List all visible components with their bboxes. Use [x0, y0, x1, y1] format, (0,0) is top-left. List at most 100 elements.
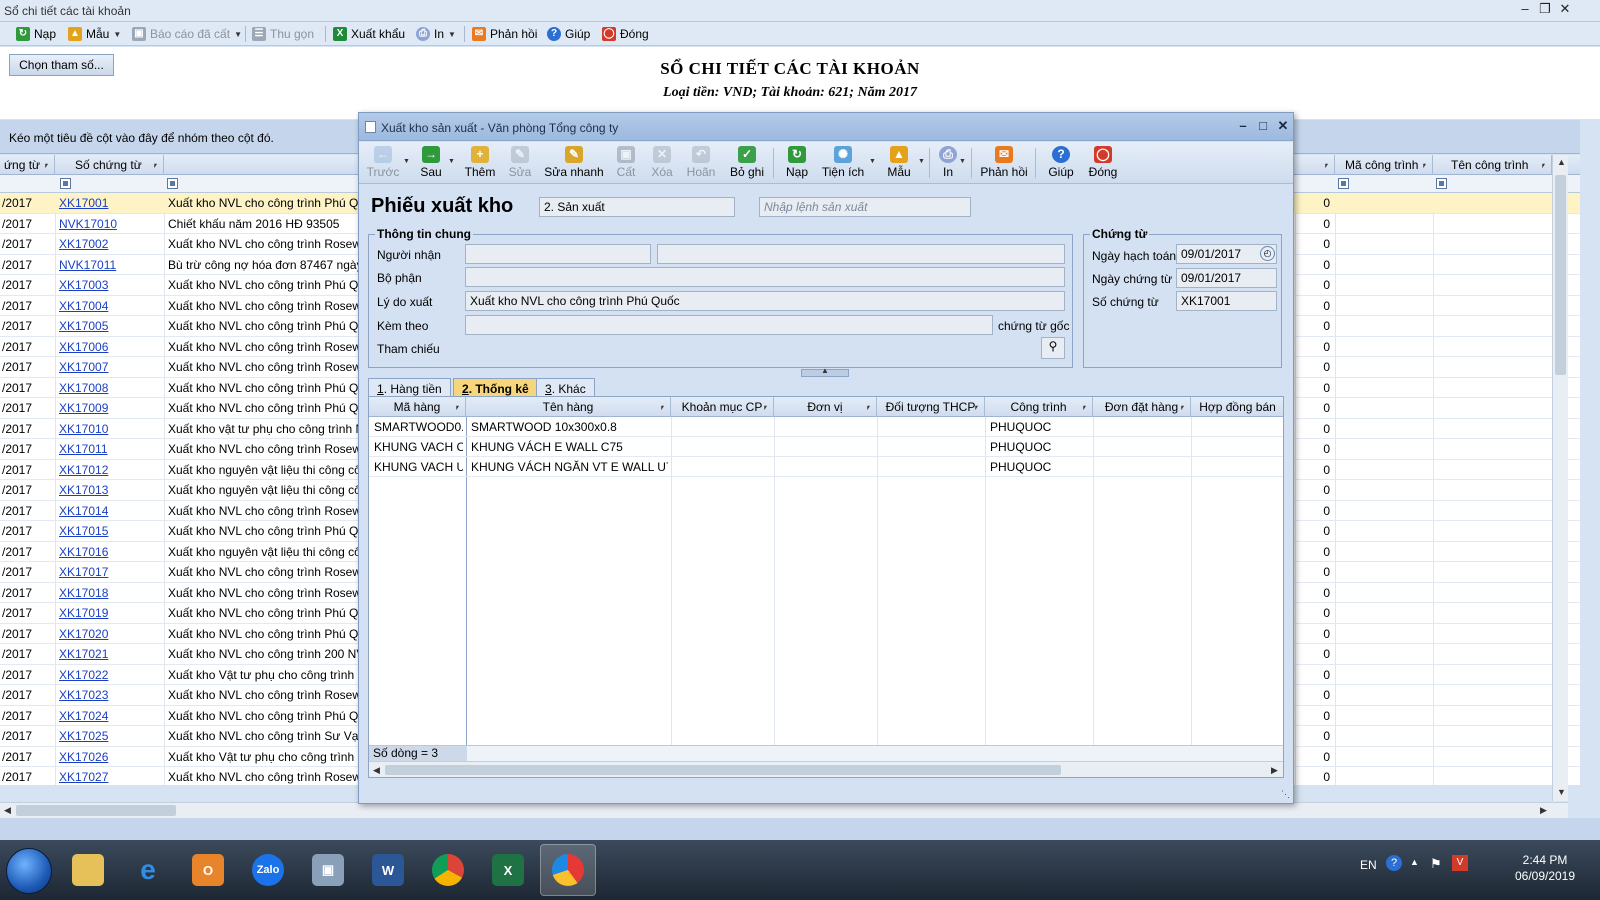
pin-icon[interactable]: ⎖ [659, 397, 666, 417]
excel-app[interactable]: X [480, 844, 536, 896]
office-app[interactable]: O [180, 844, 236, 896]
receiver-code-input[interactable] [465, 244, 651, 264]
table-row[interactable]: KHUNG VACH C KHUNG VÁCH E WALL C75 PHUQUOC [369, 437, 1283, 457]
pin-icon[interactable]: ⎖ [762, 397, 769, 417]
voucher-link[interactable]: XK17014 [59, 504, 159, 518]
tab-hang-tien[interactable]: 1. Hàng tiền [368, 378, 451, 398]
help-button[interactable]: ? Giúp [547, 25, 590, 43]
template-button[interactable]: ▲ Mẫu [881, 144, 917, 182]
export-button[interactable]: X Xuất khẩu [333, 25, 405, 43]
column-header-project-code[interactable]: Mã công trình ⎖ [1335, 155, 1433, 175]
voucher-link[interactable]: XK17011 [59, 442, 159, 456]
tab-thong-ke[interactable]: 2. Thống kê [453, 378, 538, 398]
add-button[interactable]: + Thêm [461, 144, 499, 182]
attachment-input[interactable] [465, 315, 993, 335]
voucher-link[interactable]: XK17002 [59, 237, 159, 251]
department-input[interactable] [465, 267, 1065, 287]
feedback-button[interactable]: ✉ Phản hồi [977, 144, 1031, 182]
quick-edit-button[interactable]: ✎ Sửa nhanh [543, 144, 605, 182]
voucher-link[interactable]: XK17026 [59, 750, 159, 764]
voucher-link[interactable]: XK17027 [59, 770, 159, 784]
voucher-link[interactable]: XK17023 [59, 688, 159, 702]
pin-icon[interactable]: ⎖ [973, 397, 980, 417]
restore-icon[interactable]: ❐ [1536, 1, 1554, 17]
panel-splitter[interactable]: ▲ [801, 366, 849, 377]
language-indicator[interactable]: EN [1360, 858, 1377, 872]
voucher-link[interactable]: XK17015 [59, 524, 159, 538]
voucher-link[interactable]: XK17005 [59, 319, 159, 333]
previous-button[interactable]: ← Trước [365, 144, 401, 182]
utilities-button[interactable]: ✺ Tiện ích [819, 144, 867, 182]
column-header-voucher-no[interactable]: Số chứng từ ⎖ [55, 155, 164, 175]
print-button[interactable]: ⎙ In ▼ [416, 25, 456, 43]
voucher-link[interactable]: XK17017 [59, 565, 159, 579]
voucher-link[interactable]: XK17018 [59, 586, 159, 600]
detail-horizontal-scrollbar[interactable]: ◀ ▶ [369, 761, 1283, 777]
feedback-button[interactable]: ✉ Phản hồi [472, 25, 537, 43]
tab-khac[interactable]: 3. Khác [536, 378, 595, 398]
saved-reports-button[interactable]: ▣ Báo cáo đã cất ▼ [132, 25, 242, 43]
close-button[interactable]: ◯ Đóng [1083, 144, 1123, 182]
pin-icon[interactable]: ⎖ [865, 397, 872, 417]
calendar-icon[interactable]: ◴ [1260, 246, 1275, 261]
resize-grip-icon[interactable]: ⋱ [1281, 789, 1290, 800]
voucher-link[interactable]: XK17019 [59, 606, 159, 620]
chevron-up-icon[interactable]: ▲ [1410, 857, 1419, 867]
pin-icon[interactable]: ⎖ [1081, 397, 1088, 417]
table-row[interactable]: SMARTWOOD0. SMARTWOOD 10x300x0.8 PHUQUOC [369, 417, 1283, 437]
voucher-link[interactable]: XK17001 [59, 196, 159, 210]
scroll-thumb[interactable] [1555, 175, 1566, 375]
collapse-button[interactable]: ☰ Thu gọn [252, 25, 314, 43]
column-header-project-name[interactable]: Tên công trình ⎖ [1433, 155, 1552, 175]
main-vertical-scrollbar[interactable]: ▲ ▼ [1552, 155, 1568, 801]
column-header[interactable]: Đối tượng THCP ⎖ [877, 397, 985, 417]
undo-button[interactable]: ↶ Hoãn [681, 144, 721, 182]
voucher-link[interactable]: XK17013 [59, 483, 159, 497]
voucher-link[interactable]: XK17016 [59, 545, 159, 559]
help-icon[interactable]: ? [1386, 855, 1402, 871]
voucher-link[interactable]: XK17021 [59, 647, 159, 661]
help-button[interactable]: ? Giúp [1041, 144, 1081, 182]
misa-app[interactable] [540, 844, 596, 896]
explorer-app[interactable] [60, 844, 116, 896]
start-button[interactable] [6, 848, 52, 894]
column-header[interactable]: Mã hàng ⎖ [369, 397, 466, 417]
voucher-link[interactable]: XK17004 [59, 299, 159, 313]
unpost-button[interactable]: ✓ Bỏ ghi [725, 144, 769, 182]
minimize-icon[interactable]: – [1235, 118, 1251, 133]
voucher-link[interactable]: XK17022 [59, 668, 159, 682]
word-app[interactable]: W [360, 844, 416, 896]
table-row[interactable]: KHUNG VACH U KHUNG VÁCH NGĂN VT E WALL U7… [369, 457, 1283, 477]
voucher-link[interactable]: XK17006 [59, 340, 159, 354]
scroll-thumb[interactable] [385, 765, 1061, 775]
close-icon[interactable]: ✕ [1275, 118, 1291, 134]
filter-icon[interactable] [60, 178, 71, 189]
reason-input[interactable]: Xuất kho NVL cho công trình Phú Quốc [465, 291, 1065, 311]
delete-button[interactable]: ✕ Xóa [645, 144, 679, 182]
voucher-link[interactable]: NVK17010 [59, 217, 159, 231]
edit-button[interactable]: ✎ Sửa [503, 144, 537, 182]
voucher-link[interactable]: XK17025 [59, 729, 159, 743]
pin-icon[interactable]: ⎖ [454, 397, 461, 417]
voucher-link[interactable]: XK17008 [59, 381, 159, 395]
zalo-app[interactable]: Zalo [240, 844, 296, 896]
column-header[interactable]: Hợp đồng bán [1191, 397, 1283, 417]
voucher-type-select[interactable]: 2. Sản xuất [539, 197, 735, 217]
voucher-link[interactable]: NVK17011 [59, 258, 159, 272]
filter-icon[interactable] [1436, 178, 1447, 189]
column-header[interactable]: Tên hàng ⎖ [466, 397, 671, 417]
column-header[interactable]: Đơn đặt hàng ⎖ [1093, 397, 1191, 417]
main-horizontal-scrollbar[interactable]: ◀ ▶ [0, 802, 1568, 818]
template-button[interactable]: ▲ Mẫu ▼ [68, 25, 121, 43]
production-order-input[interactable]: Nhập lệnh sản xuất [759, 197, 971, 217]
filter-icon[interactable] [167, 178, 178, 189]
reference-search-icon[interactable]: ⚲ [1041, 337, 1065, 359]
voucher-link[interactable]: XK17009 [59, 401, 159, 415]
choose-params-button[interactable]: Chọn tham số... [9, 54, 114, 76]
receiver-name-input[interactable] [657, 244, 1065, 264]
column-header[interactable]: Khoản mục CP ⎖ [671, 397, 774, 417]
voucher-no-input[interactable]: XK17001 [1176, 291, 1277, 311]
voucher-link[interactable]: XK17010 [59, 422, 159, 436]
filter-icon[interactable] [1338, 178, 1349, 189]
next-button[interactable]: → Sau [413, 144, 449, 182]
